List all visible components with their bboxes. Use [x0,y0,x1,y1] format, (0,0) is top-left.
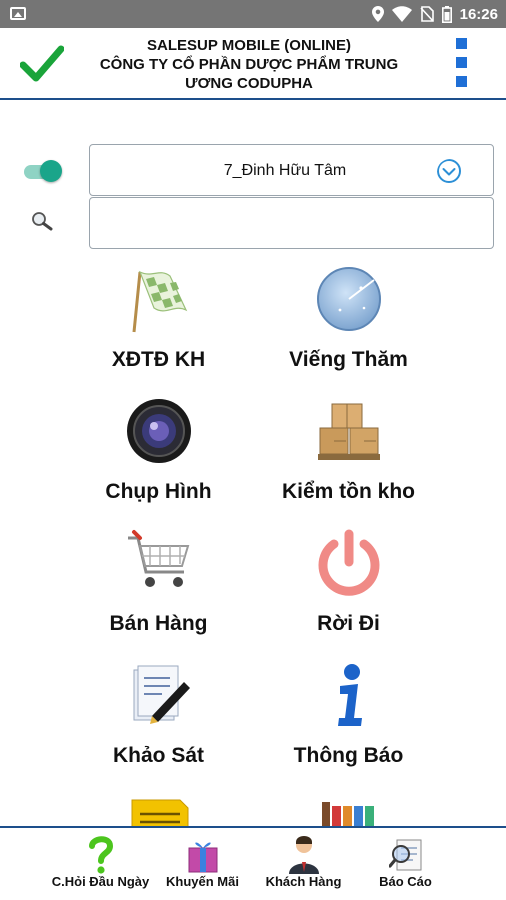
title-line-2: CÔNG TY CỔ PHẦN DƯỢC PHẨM TRUNG [99,56,399,73]
chevron-down-icon [437,159,461,183]
camera-lens-icon [127,399,191,463]
books-icon [322,802,374,826]
report-icon [389,839,422,871]
nav-label: C.Hỏi Đầu Ngày [51,874,150,889]
online-toggle[interactable] [24,160,62,184]
nav-label: Báo Cáo [379,874,432,889]
checkmark-icon[interactable] [20,42,64,86]
no-sim-icon [420,6,434,22]
tile-label: Thông Báo [293,744,404,767]
function-grid: XĐTĐ KH Viếng Thăm Chụp Hình Kiểm tồn kh… [0,258,506,826]
tile-label: Rời Đi [317,612,380,635]
location-icon [371,6,384,22]
nav-khuyen-mai[interactable]: Khuyến Mãi [152,828,253,900]
overflow-menu-icon[interactable] [456,38,470,95]
customer-dropdown[interactable]: 7_Đinh Hữu Tâm [89,144,494,196]
app-title: SALESUP MOBILE (ONLINE) CÔNG TY CỔ PHẦN … [84,36,414,93]
title-line-1: SALESUP MOBILE (ONLINE) [147,37,351,54]
nav-bao-cao[interactable]: Báo Cáo [355,828,456,900]
tile-roi-di[interactable]: Rời Đi [222,522,475,654]
nav-label: Khách Hàng [265,874,342,889]
tile-kiem-ton-kho[interactable]: Kiểm tồn kho [222,390,475,522]
wifi-icon [391,6,412,22]
boxes-icon [318,403,380,460]
tile-vieng-tham[interactable]: Viếng Thăm [222,258,475,390]
customer-dropdown-value: 7_Đinh Hữu Tâm [223,162,347,179]
status-icons: 16:26 [371,0,498,28]
tile-label: Viếng Thăm [289,348,408,371]
survey-pen-icon [133,665,190,724]
search-input[interactable] [89,197,494,249]
status-bar: 16:26 [0,0,506,28]
bottom-navigation: C.Hỏi Đầu Ngày Khuyến Mãi Khách Hàng Báo… [0,826,506,900]
gallery-notification-icon [10,7,26,20]
clock: 16:26 [459,5,498,23]
nav-chhoi-dau-ngay[interactable]: C.Hỏi Đầu Ngày [50,828,151,900]
title-line-3: ƯƠNG CODUPHA [185,75,313,92]
battery-icon [441,5,452,23]
notepad-icon [131,799,189,826]
search-icon [32,212,53,231]
app-header: SALESUP MOBILE (ONLINE) CÔNG TY CỔ PHẦN … [0,28,506,100]
tile-thong-bao[interactable]: Thông Báo [222,654,475,786]
nav-label: Khuyến Mãi [166,874,239,889]
customer-icon [289,836,319,874]
checkered-flag-icon [132,270,188,333]
gift-icon [188,842,218,873]
power-icon [318,529,380,596]
radar-icon [317,267,381,331]
nav-khach-hang[interactable]: Khách Hàng [253,828,354,900]
shopping-cart-icon [128,530,190,587]
tile-label: Kiểm tồn kho [281,480,415,503]
question-icon [89,836,114,874]
tile-reports[interactable] [222,786,475,826]
info-icon [338,664,362,726]
